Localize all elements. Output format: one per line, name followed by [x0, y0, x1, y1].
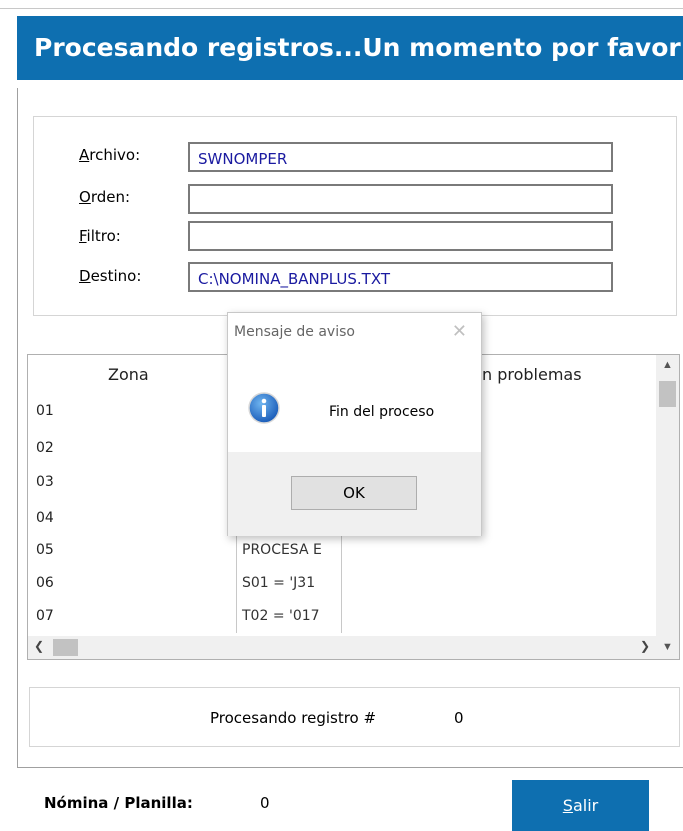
orden-label: Orden:: [79, 188, 131, 206]
window-top-border: [0, 8, 683, 9]
scroll-right-arrow-icon[interactable]: ❯: [640, 639, 650, 653]
dialog-title: Mensaje de aviso: [234, 324, 355, 340]
table-row[interactable]: 03: [36, 474, 54, 490]
orden-field[interactable]: [188, 184, 613, 214]
horizontal-scroll-thumb[interactable]: [53, 639, 78, 656]
filtro-field[interactable]: [188, 221, 613, 251]
grid-cell[interactable]: PROCESA E: [242, 542, 322, 558]
message-dialog: Mensaje de aviso ✕ Fin del proceso OK: [227, 312, 482, 536]
grid-cell[interactable]: T02 = '017: [242, 608, 320, 624]
horizontal-scrollbar[interactable]: ❮ ❯: [28, 636, 658, 659]
close-icon[interactable]: ✕: [452, 321, 467, 342]
archivo-field[interactable]: SWNOMPER: [188, 142, 613, 172]
column-header-zona[interactable]: Zona: [108, 365, 149, 384]
scroll-left-arrow-icon[interactable]: ❮: [34, 639, 44, 653]
status-panel: Procesando registro # 0: [29, 687, 680, 747]
status-value: 0: [454, 709, 464, 727]
scroll-down-arrow-icon[interactable]: ▼: [656, 636, 679, 659]
status-label: Procesando registro #: [210, 709, 377, 727]
table-row[interactable]: 02: [36, 440, 54, 456]
table-row[interactable]: 04: [36, 510, 54, 526]
table-row[interactable]: 06: [36, 575, 54, 591]
destino-field[interactable]: C:\NOMINA_BANPLUS.TXT: [188, 262, 613, 292]
destino-label: Destino:: [79, 267, 142, 285]
scroll-up-arrow-icon[interactable]: ▲: [656, 359, 679, 371]
nomina-value: 0: [260, 794, 270, 812]
table-row[interactable]: 05: [36, 542, 54, 558]
table-row[interactable]: 07: [36, 608, 54, 624]
ok-button[interactable]: OK: [291, 476, 417, 510]
exit-button[interactable]: Salir: [512, 780, 649, 831]
column-header-problemas[interactable]: n problemas: [482, 365, 582, 384]
grid-cell[interactable]: S01 = 'J31: [242, 575, 315, 591]
vertical-scrollbar[interactable]: ▲: [656, 355, 679, 637]
dialog-message: Fin del proceso: [329, 404, 435, 420]
dialog-titlebar[interactable]: Mensaje de aviso ✕: [228, 313, 481, 351]
page-title: Procesando registros...Un momento por fa…: [17, 16, 683, 80]
filtro-label: Filtro:: [79, 227, 121, 245]
nomina-label: Nómina / Planilla:: [44, 794, 193, 812]
info-icon: [248, 392, 280, 424]
vertical-scroll-thumb[interactable]: [659, 381, 676, 407]
archivo-label: Archivo:: [79, 146, 141, 164]
table-row[interactable]: 01: [36, 403, 54, 419]
